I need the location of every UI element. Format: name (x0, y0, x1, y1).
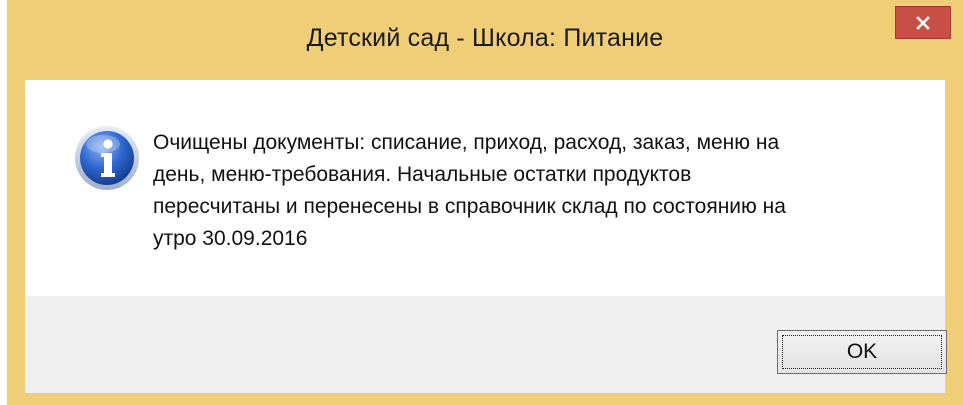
message-area: Очищены документы: списание, приход, рас… (25, 80, 945, 296)
title-bar[interactable]: Детский сад - Школа: Питание (7, 0, 963, 80)
ok-button[interactable]: OK (777, 330, 947, 374)
close-icon (915, 15, 931, 31)
close-button[interactable] (895, 6, 951, 39)
dialog-client-area: Очищены документы: списание, приход, рас… (25, 80, 947, 393)
message-dialog-window: Детский сад - Школа: Питание Очищены док… (7, 0, 963, 405)
window-title: Детский сад - Школа: Питание (306, 24, 664, 52)
info-icon (73, 124, 141, 192)
button-bar: OK (25, 296, 947, 393)
dialog-message: Очищены документы: списание, приход, рас… (153, 131, 786, 250)
